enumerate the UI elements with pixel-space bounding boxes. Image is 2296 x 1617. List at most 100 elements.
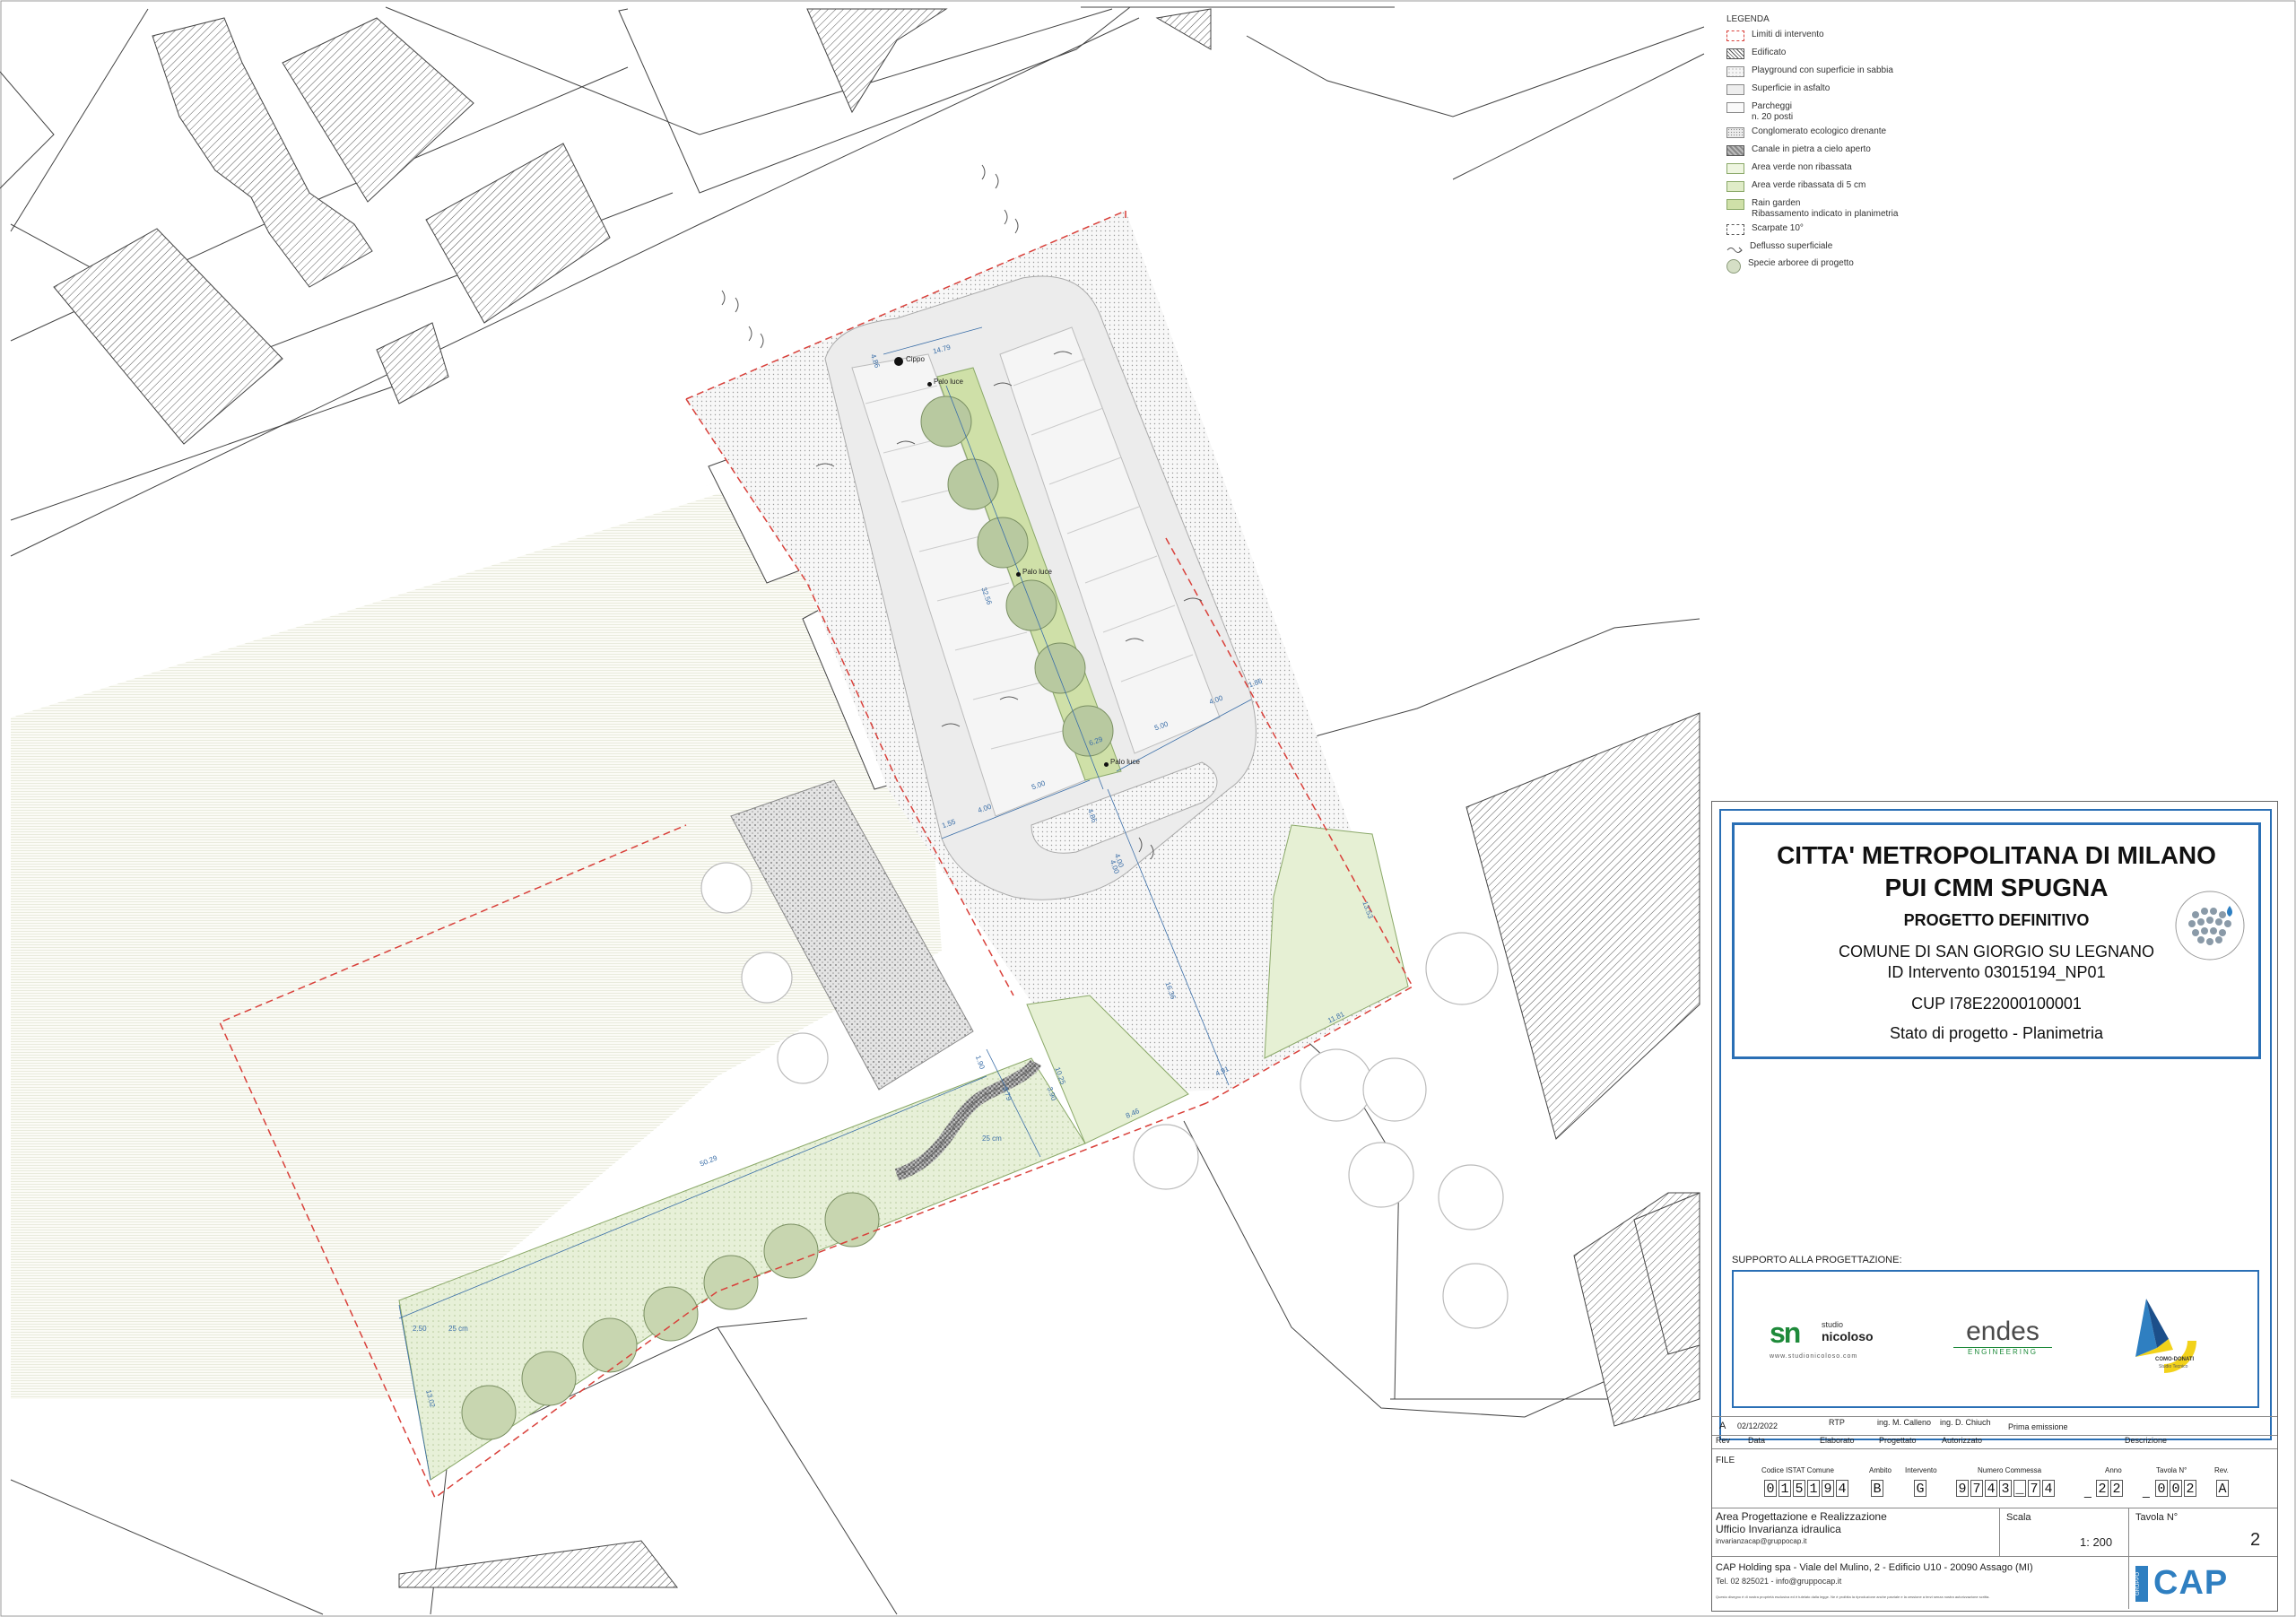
scale-value: 1: 200 (2080, 1535, 2113, 1549)
legend-item: Scarpate 10° (1726, 223, 1960, 235)
legend-swatch (1726, 30, 1744, 41)
sn-studio: studio (1822, 1320, 1844, 1329)
legend-swatch (1726, 102, 1744, 113)
support-label: SUPPORTO ALLA PROGETTAZIONE: (1732, 1255, 1902, 1265)
code-box-tavola: 0 (2170, 1480, 2182, 1497)
legend-sublabel: n. 20 posti (1752, 112, 1794, 122)
code-box-anno: 2 (2096, 1480, 2109, 1497)
code-separator: _ (2143, 1483, 2150, 1498)
tavola-label: Tavola N° (2135, 1512, 2179, 1523)
legend-label: Edificato (1752, 48, 1787, 57)
legend-swatch (1726, 66, 1744, 77)
legend-title: LEGENDA (1726, 14, 1770, 24)
code-separator: _ (2084, 1483, 2092, 1498)
legend-item: Playground con superficie in sabbia (1726, 65, 1960, 77)
legend-item: Area verde ribassata di 5 cm (1726, 180, 1960, 192)
legend-swatch (1726, 199, 1744, 210)
logo-endes: endes ENGINEERING (1953, 1318, 2052, 1356)
legend-swatch (1726, 48, 1744, 59)
title-line-1: CITTA' METROPOLITANA DI MILANO (1777, 841, 2216, 869)
legend: LEGENDA Limiti di intervento Edificato Pla… (1726, 14, 1960, 280)
legend-item: Superficie in asfalto (1726, 83, 1960, 95)
code-head-istat: Codice ISTAT Comune (1761, 1466, 1834, 1474)
company-line: CAP Holding spa - Viale del Mulino, 2 - … (1716, 1562, 2033, 1573)
flow-arrow-icon (1726, 242, 1743, 253)
code-box-istat: 1 (1807, 1480, 1820, 1497)
legend-swatch (1726, 224, 1744, 235)
title-block: CITTA' METROPOLITANA DI MILANO PUI CMM S… (1711, 801, 2278, 1612)
logo-como-donati: COMO-DONATI Studio Tecnico (2119, 1294, 2218, 1384)
rev-head-desc: Descrizione (2125, 1436, 2168, 1445)
tree-icon (1726, 259, 1741, 274)
legend-label: Area verde non ribassata (1752, 162, 1852, 172)
code-head-anno: Anno (2105, 1466, 2122, 1474)
legend-label: Superficie in asfalto (1752, 83, 1831, 93)
sponge-logo (2175, 891, 2245, 961)
code-box-commessa: 7 (2028, 1480, 2040, 1497)
rev-value: A (1719, 1421, 1726, 1431)
revision-table: A 02/12/2022 RTP ing. M. Calleno ing. D.… (1712, 1416, 2277, 1452)
legend-item: Edificato (1726, 48, 1960, 59)
endes-sub: ENGINEERING (1953, 1347, 2052, 1356)
cap-logo: GRUPPO CAP (2135, 1562, 2270, 1604)
legend-item: Specie arboree di progetto (1726, 258, 1960, 274)
code-box-commessa: 9 (1956, 1480, 1969, 1497)
rev-prog: ing. M. Calleno (1877, 1418, 1932, 1427)
legend-label: Area verde ribassata di 5 cm (1752, 180, 1866, 190)
code-box-commessa: _ (2013, 1480, 2026, 1497)
title-line-5: ID Intervento 03015194_NP01 (1887, 963, 2106, 981)
legend-swatch (1726, 163, 1744, 174)
title-line-6: CUP I78E22000100001 (1911, 995, 2082, 1013)
code-box-tavola: 0 (2155, 1480, 2168, 1497)
legend-item: Conglomerato ecologico drenante (1726, 126, 1960, 138)
rev-date: 02/12/2022 (1737, 1421, 1779, 1430)
code-head-commessa: Numero Commessa (1978, 1466, 2042, 1474)
area-line-2: Ufficio Invarianza idraulica (1716, 1523, 1841, 1535)
code-box-anno: 2 (2110, 1480, 2123, 1497)
company-row: CAP Holding spa - Viale del Mulino, 2 - … (1712, 1557, 2277, 1609)
code-box-istat: 5 (1793, 1480, 1805, 1497)
file-codes: FILE Codice ISTAT Comune Ambito Interven… (1712, 1454, 2277, 1508)
support-logos-box: sn studio nicoloso www.studionicoloso.co… (1732, 1270, 2259, 1408)
legend-label: Limiti di intervento (1752, 30, 1824, 39)
legend-item: Parcheggi n. 20 posti (1726, 101, 1960, 123)
code-box-istat: 9 (1822, 1480, 1834, 1497)
code-box-commessa: 4 (1985, 1480, 1997, 1497)
rev-head-date: Data (1748, 1436, 1766, 1445)
legend-label: Conglomerato ecologico drenante (1752, 126, 1887, 136)
legend-item: Rain garden Ribassamento indicato in plan… (1726, 198, 1960, 220)
cap-gruppo-label: GRUPPO (2135, 1566, 2148, 1602)
title-line-7: Stato di progetto - Planimetria (1889, 1024, 2104, 1042)
code-box-istat: 0 (1764, 1480, 1777, 1497)
area-line-1: Area Progettazione e Realizzazione (1716, 1510, 1887, 1523)
legend-swatch (1726, 127, 1744, 138)
rev-head: Rev (1716, 1436, 1731, 1445)
legend-label: Playground con superficie in sabbia (1752, 65, 1893, 75)
rev-head-elab: Elaborato (1820, 1436, 1855, 1445)
code-head-intervento: Intervento (1905, 1466, 1937, 1474)
disclaimer: Questo disegno è di nostra proprietà esc… (1716, 1595, 1990, 1599)
legend-sublabel: Ribassamento indicato in planimetria (1752, 209, 1899, 219)
code-box-istat: 1 (1779, 1480, 1791, 1497)
legend-item: Area verde non ribassata (1726, 162, 1960, 174)
legend-label: Deflusso superficiale (1750, 241, 1833, 251)
legend-label: Rain garden (1752, 198, 1801, 208)
legend-label: Specie arboree di progetto (1748, 258, 1854, 268)
code-head-rev: Rev. (2214, 1466, 2229, 1474)
rev-head-prog: Progettato (1879, 1436, 1917, 1445)
code-box-commessa: 3 (1999, 1480, 2012, 1497)
code-box-ambito: B (1871, 1480, 1883, 1497)
scale-label: Scala (2006, 1512, 2031, 1523)
legend-label: Canale in pietra a cielo aperto (1752, 144, 1871, 154)
code-box-tavola: 2 (2184, 1480, 2196, 1497)
codes-row: 0 1 5 1 9 4 B G 9 7 4 3 _ 7 4 2 2 0 0 2 A _ _ (1712, 1478, 2277, 1501)
legend-item: Canale in pietra a cielo aperto (1726, 144, 1960, 156)
legend-swatch (1726, 84, 1744, 95)
logo-studio-nicoloso: sn studio nicoloso www.studionicoloso.co… (1770, 1317, 1895, 1360)
legend-swatch (1726, 145, 1744, 156)
title-main-box: CITTA' METROPOLITANA DI MILANO PUI CMM S… (1732, 822, 2261, 1059)
code-box-intervento: G (1914, 1480, 1926, 1497)
endes-name: endes (1966, 1317, 2039, 1346)
legend-items: Limiti di intervento Edificato Playground … (1726, 30, 1960, 274)
code-head-ambito: Ambito (1869, 1466, 1892, 1474)
